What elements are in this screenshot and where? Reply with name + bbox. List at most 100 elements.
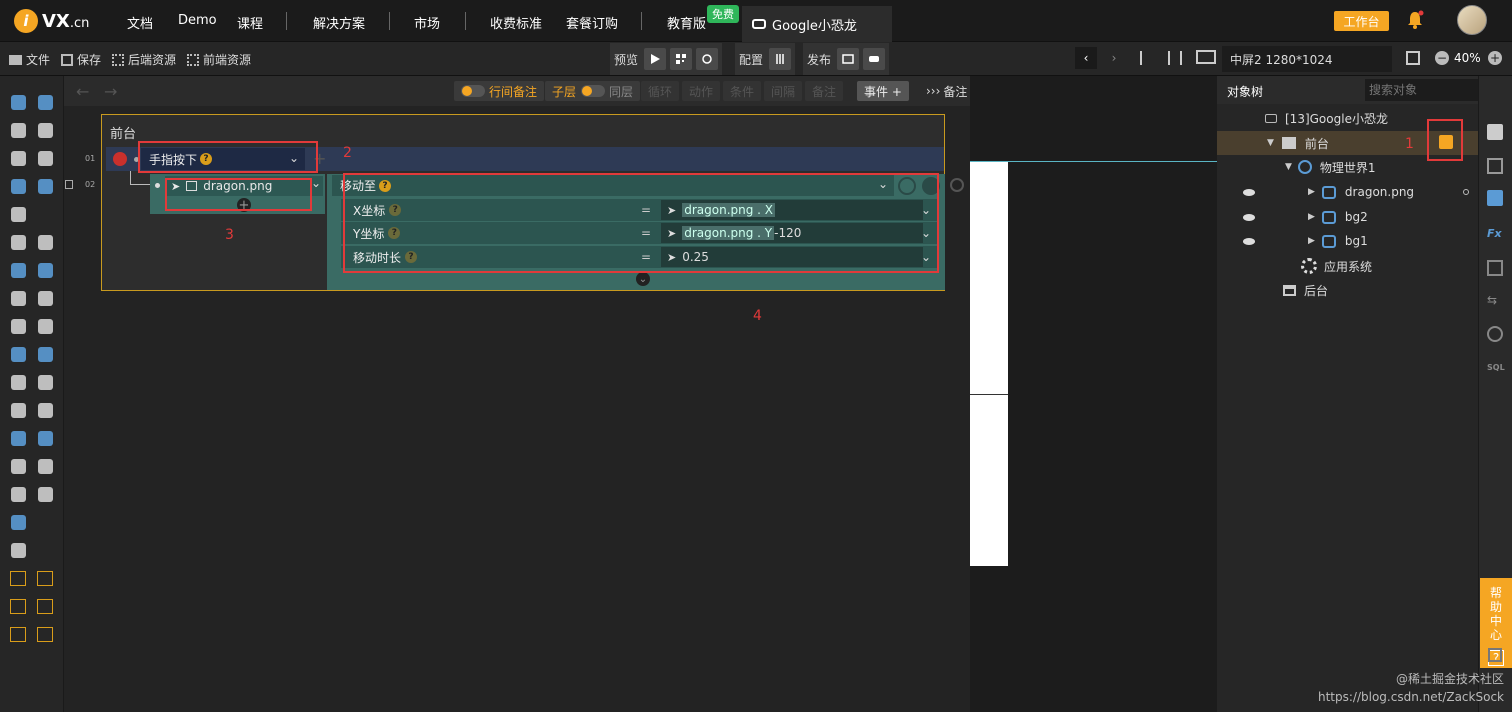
function-icon[interactable]: Fx (1487, 226, 1503, 242)
frame-icon[interactable] (35, 372, 55, 392)
tree-item-backend[interactable]: 后台 (1217, 278, 1478, 302)
file-menu[interactable]: 文件 (9, 51, 50, 68)
arrow-right-icon[interactable]: → (104, 82, 117, 101)
event-icon[interactable] (1487, 190, 1503, 206)
publish-web-button[interactable] (837, 48, 860, 70)
notes-toggle[interactable]: ››› 备注 (919, 81, 974, 101)
config-button[interactable] (769, 48, 792, 70)
camera-icon[interactable] (8, 120, 28, 140)
eye-icon[interactable] (1243, 188, 1255, 196)
bell-icon[interactable] (1406, 10, 1424, 30)
qr2-icon[interactable] (35, 428, 55, 448)
eye-icon[interactable] (1243, 213, 1255, 221)
tree-item-app-system[interactable]: 应用系统 (1217, 254, 1478, 278)
swap-icon[interactable]: ⇆ (1487, 292, 1503, 308)
upload-icon[interactable] (8, 148, 28, 168)
touch-icon[interactable] (35, 484, 55, 504)
text-var-icon[interactable] (8, 568, 28, 588)
zoom-out-button[interactable]: − (1435, 51, 1449, 65)
image-frame-icon[interactable] (8, 204, 28, 224)
tree-item-bg1[interactable]: ▶ bg1 (1217, 229, 1478, 253)
text-icon[interactable] (8, 288, 28, 308)
clock-icon[interactable] (8, 484, 28, 504)
align-left-icon[interactable] (1140, 51, 1154, 65)
nav-education[interactable]: 教育版 (667, 13, 706, 32)
array-var-icon[interactable] (8, 596, 28, 616)
save-button[interactable]: 保存 (61, 51, 101, 68)
image-icon[interactable] (8, 176, 28, 196)
copy-icon[interactable] (1487, 260, 1503, 276)
translate-icon[interactable] (35, 288, 55, 308)
redo-button[interactable]: › (1103, 47, 1125, 69)
number-var-icon[interactable] (35, 568, 55, 588)
hourglass-icon[interactable] (8, 512, 28, 532)
timer-icon[interactable] (8, 260, 28, 280)
project-tab[interactable]: Google小恐龙 (742, 6, 892, 42)
layout-icon[interactable] (35, 92, 55, 112)
gallery-icon[interactable] (35, 176, 55, 196)
photo-icon[interactable] (8, 316, 28, 336)
qr-icon[interactable] (8, 428, 28, 448)
object-search-input[interactable] (1365, 79, 1478, 101)
info-icon[interactable] (1487, 124, 1503, 140)
tree-item-bg2[interactable]: ▶ bg2 (1217, 205, 1478, 229)
nav-market[interactable]: 市场 (414, 13, 440, 32)
debug-button[interactable] (696, 48, 719, 70)
action-button[interactable]: 动作 (682, 81, 721, 101)
video-icon[interactable] (35, 344, 55, 364)
sort-icon[interactable] (35, 260, 55, 280)
module-icon[interactable] (1487, 326, 1503, 342)
collapse-icon[interactable]: ⌄ (636, 272, 650, 286)
frontend-resources-button[interactable]: 前端资源 (187, 51, 251, 68)
remark-button[interactable]: 备注 (805, 81, 844, 101)
backend-resources-button[interactable]: 后端资源 (112, 51, 176, 68)
grid-var-icon[interactable] (35, 624, 55, 644)
qr-preview-button[interactable] (670, 48, 693, 70)
physics-icon[interactable] (8, 540, 28, 560)
qrcode-icon[interactable] (35, 456, 55, 476)
crop-icon[interactable] (35, 232, 55, 252)
sql-icon[interactable]: SQL (1487, 360, 1505, 376)
rotate-icon[interactable] (8, 456, 28, 476)
target-icon[interactable] (950, 178, 964, 192)
shape-icon[interactable] (8, 232, 28, 252)
nav-solutions[interactable]: 解决方案 (313, 13, 365, 32)
zoom-in-button[interactable]: + (1488, 51, 1502, 65)
nav-docs[interactable]: 文档 (127, 13, 153, 32)
child-layer-toggle[interactable]: 子层 同层 (545, 81, 641, 101)
tree-item-dragon[interactable]: ▶ dragon.png (1217, 180, 1478, 204)
carousel-icon[interactable] (35, 316, 55, 336)
loop-button[interactable]: 循环 (641, 81, 680, 101)
nav-plans[interactable]: 套餐订购 (566, 13, 618, 32)
range-var-icon[interactable] (8, 624, 28, 644)
interval-button[interactable]: 间隔 (764, 81, 803, 101)
brush-icon[interactable] (8, 372, 28, 392)
layers-icon[interactable] (1487, 158, 1503, 174)
music-icon[interactable] (8, 344, 28, 364)
layout-icon[interactable] (8, 92, 28, 112)
object-tree-tab[interactable]: 对象树 (1227, 83, 1263, 100)
nav-courses[interactable]: 课程 (237, 13, 263, 32)
eye-icon[interactable] (1243, 237, 1255, 245)
fit-screen-icon[interactable] (1406, 51, 1420, 65)
condition-button[interactable]: 条件 (723, 81, 762, 101)
undo-button[interactable]: ‹ (1075, 47, 1097, 69)
monitor-icon[interactable] (1196, 50, 1216, 64)
add-event-button[interactable]: 事件 + (857, 81, 909, 101)
trash-icon[interactable] (65, 180, 73, 189)
slider-icon[interactable] (8, 400, 28, 420)
nav-demo[interactable]: Demo (178, 13, 217, 28)
nav-pricing[interactable]: 收费标准 (490, 13, 542, 32)
user-avatar[interactable] (1457, 5, 1487, 35)
chat-icon[interactable] (35, 120, 55, 140)
ivx-logo[interactable]: i VX.cn (14, 8, 89, 34)
inline-note-toggle[interactable]: 行间备注 (454, 81, 545, 101)
grid-icon[interactable] (1488, 648, 1502, 662)
person-icon[interactable] (35, 400, 55, 420)
remove-event-icon[interactable] (113, 152, 127, 166)
object-var-icon[interactable] (35, 596, 55, 616)
publish-game-button[interactable] (863, 48, 886, 70)
arrow-left-icon[interactable]: ← (76, 82, 89, 101)
workbench-button[interactable]: 工作台 (1334, 11, 1389, 31)
align-center-icon[interactable] (1168, 51, 1182, 65)
